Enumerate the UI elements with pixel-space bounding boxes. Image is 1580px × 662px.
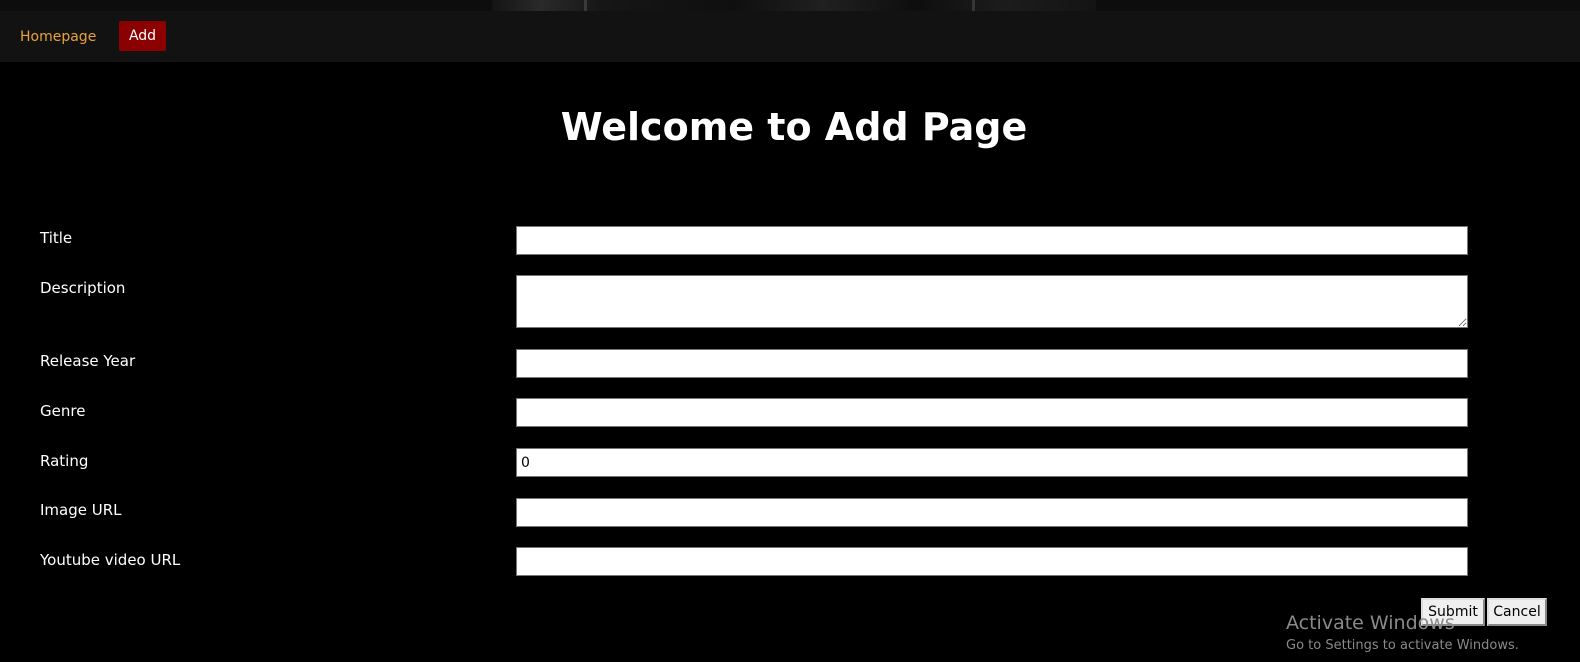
nav-add-button[interactable]: Add [119, 21, 166, 51]
title-input[interactable] [516, 226, 1468, 255]
description-textarea[interactable] [516, 275, 1468, 328]
release-year-input[interactable] [516, 349, 1468, 378]
youtube-url-input[interactable] [516, 547, 1468, 576]
rating-label: Rating [40, 452, 89, 470]
image-url-input[interactable] [516, 498, 1468, 527]
description-label: Description [40, 279, 126, 297]
cancel-button[interactable]: Cancel [1487, 598, 1547, 626]
youtube-url-label: Youtube video URL [40, 551, 181, 569]
image-url-label: Image URL [40, 501, 122, 519]
navbar: Homepage Add [0, 11, 1580, 62]
release-year-label: Release Year [40, 352, 136, 370]
genre-label: Genre [40, 402, 86, 420]
banner-image [492, 0, 1096, 11]
rating-input[interactable] [516, 448, 1468, 477]
top-banner [0, 0, 1580, 11]
page-title: Welcome to Add Page [560, 105, 1028, 149]
title-label: Title [40, 229, 73, 247]
add-page: Homepage Add Welcome to Add Page Title D… [0, 0, 1580, 662]
activate-windows-title: Activate Windows [1286, 612, 1455, 634]
nav-homepage-link[interactable]: Homepage [20, 27, 96, 47]
activate-windows-subtitle: Go to Settings to activate Windows. [1286, 638, 1519, 653]
genre-input[interactable] [516, 398, 1468, 427]
